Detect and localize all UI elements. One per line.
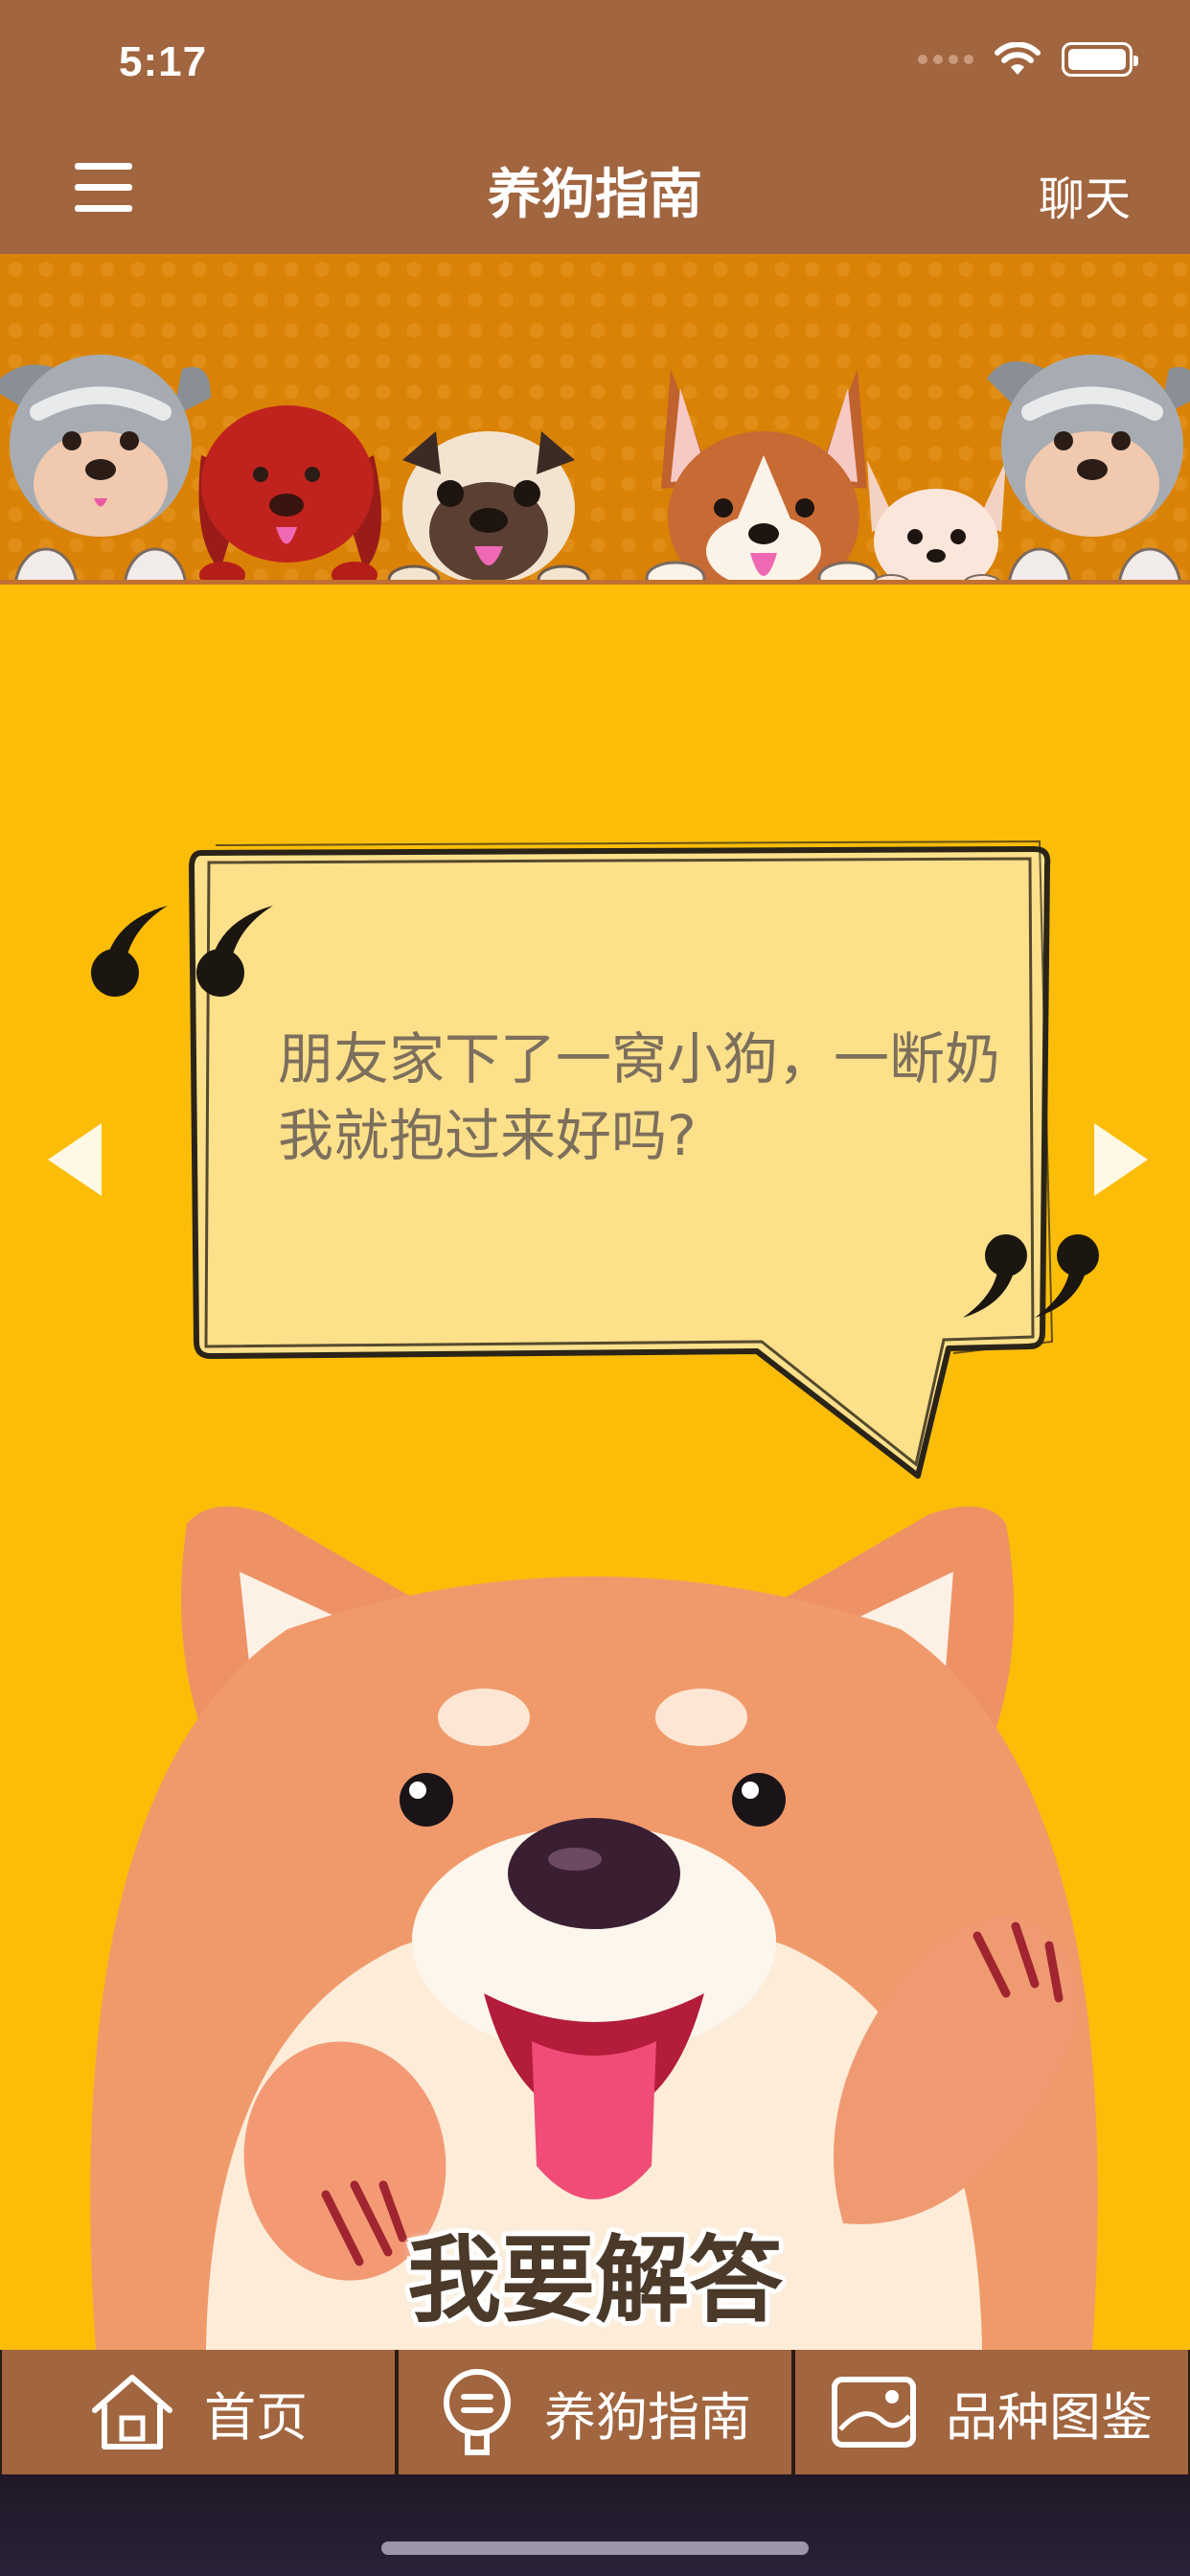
wifi-icon <box>995 42 1041 75</box>
previous-question-button[interactable] <box>48 1123 102 1196</box>
battery-icon <box>1062 42 1138 77</box>
tab-home[interactable]: 首页 <box>2 2350 395 2474</box>
tab-guide[interactable]: 养狗指南 <box>399 2350 791 2474</box>
home-icon <box>92 2375 172 2450</box>
status-icons <box>918 42 1138 77</box>
tab-bar: 首页 养狗指南 品种图鉴 <box>0 2350 1190 2474</box>
tab-gallery-label: 品种图鉴 <box>946 2386 1153 2448</box>
tab-gallery[interactable]: 品种图鉴 <box>795 2350 1188 2474</box>
home-indicator-area <box>0 2474 1190 2576</box>
dogs-banner <box>0 254 1190 585</box>
next-question-button[interactable] <box>1094 1123 1148 1196</box>
chat-button[interactable]: 聊天 <box>1039 161 1131 228</box>
answer-button[interactable]: 我要解答 <box>0 2204 1190 2340</box>
status-time: 5:17 <box>119 38 208 85</box>
cellular-signal-icon <box>918 55 973 64</box>
page-title: 养狗指南 <box>488 164 702 226</box>
top-bar: 5:17 养狗指南 聊天 <box>0 0 1190 254</box>
gallery-icon <box>832 2377 916 2448</box>
home-indicator[interactable] <box>381 2542 809 2555</box>
question-text: 朋友家下了一窝小狗，一断奶我就抱过来好吗? <box>278 1026 1001 1168</box>
dogs-banner-illustration <box>0 355 1190 585</box>
tab-home-label: 首页 <box>204 2386 308 2448</box>
tab-guide-label: 养狗指南 <box>544 2386 751 2448</box>
guide-icon <box>444 2369 511 2455</box>
